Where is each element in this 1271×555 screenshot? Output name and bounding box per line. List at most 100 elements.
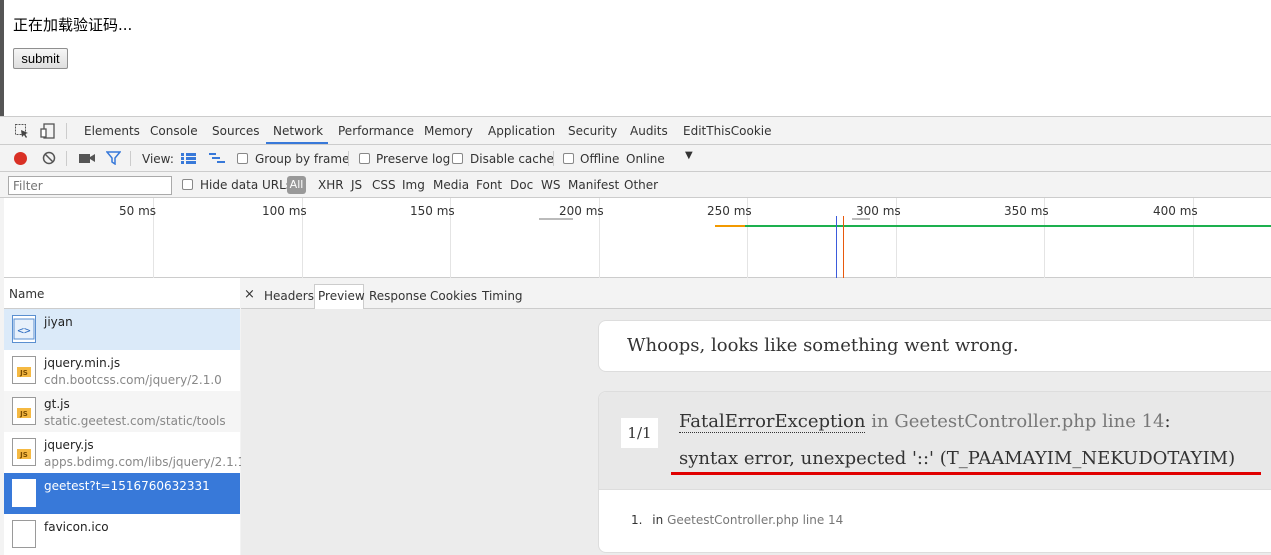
- offline-checkbox[interactable]: [563, 153, 574, 164]
- request-row-jiyan[interactable]: <> jiyan: [4, 309, 240, 350]
- timeline-tick: 300 ms: [856, 204, 901, 218]
- timeline-tick: 100 ms: [262, 204, 307, 218]
- type-filter-manifest[interactable]: Manifest: [568, 178, 619, 192]
- submit-button[interactable]: submit: [13, 48, 68, 69]
- toolbar-separator: [130, 151, 131, 166]
- document-icon: <>: [12, 315, 36, 343]
- devtools-panel: Elements Console Sources Network Perform…: [0, 116, 1271, 555]
- timeline-bar-download: [745, 225, 1271, 227]
- screenshot-camera-icon[interactable]: [79, 152, 95, 167]
- waterfall-overview-icon[interactable]: [209, 153, 225, 167]
- domcontentloaded-marker: [836, 216, 837, 278]
- name-column-header[interactable]: Name: [4, 278, 240, 309]
- whoops-heading: Whoops, looks like something went wrong.: [627, 335, 1019, 356]
- request-row-jquery[interactable]: JS jquery.js apps.bdimg.com/libs/jquery/…: [4, 432, 245, 473]
- filter-input[interactable]: [8, 176, 172, 195]
- exception-colon: :: [1164, 411, 1171, 432]
- timeline-tick: 400 ms: [1153, 204, 1198, 218]
- record-icon[interactable]: [14, 152, 27, 165]
- request-row-jquery-min[interactable]: JS jquery.min.js cdn.bootcss.com/jquery/…: [4, 350, 240, 391]
- type-filter-xhr[interactable]: XHR: [318, 178, 344, 192]
- type-filter-media[interactable]: Media: [433, 178, 469, 192]
- request-name: jquery.js: [44, 438, 94, 452]
- tab-elements[interactable]: Elements: [84, 124, 140, 138]
- group-by-frame-label: Group by frame: [255, 152, 350, 166]
- tab-cookies[interactable]: Cookies: [430, 289, 477, 303]
- whoops-card: Whoops, looks like something went wrong.: [598, 320, 1271, 372]
- disable-cache-checkbox[interactable]: [452, 153, 463, 164]
- detail-tabbar: × Headers Preview Response Cookies Timin…: [241, 278, 1271, 309]
- tab-console[interactable]: Console: [150, 124, 198, 138]
- type-filter-js[interactable]: JS: [351, 178, 362, 192]
- request-detail-pane: × Headers Preview Response Cookies Timin…: [241, 278, 1271, 555]
- trace-number: 1.: [631, 513, 643, 527]
- tab-preview[interactable]: Preview: [318, 289, 365, 303]
- timeline-tick: 150 ms: [410, 204, 455, 218]
- group-by-frame-checkbox[interactable]: [237, 153, 248, 164]
- js-file-icon: JS: [12, 397, 36, 425]
- device-toolbar-icon[interactable]: [40, 123, 56, 139]
- tab-performance[interactable]: Performance: [338, 124, 414, 138]
- request-domain: apps.bdimg.com/libs/jquery/2.1.1: [44, 455, 246, 469]
- tab-timing[interactable]: Timing: [482, 289, 523, 303]
- hide-data-urls-label: Hide data URLs: [200, 178, 293, 192]
- exception-title: FatalErrorException in GeetestController…: [679, 411, 1171, 433]
- preserve-log-label: Preserve log: [376, 152, 451, 166]
- exception-counter: 1/1: [621, 418, 658, 448]
- request-row-favicon[interactable]: favicon.ico: [4, 514, 240, 555]
- type-filter-all[interactable]: All: [287, 176, 306, 194]
- name-column-label: Name: [9, 287, 45, 301]
- large-rows-icon[interactable]: [181, 153, 196, 167]
- network-toolbar: View: Group by frame Preserve log Disabl…: [0, 145, 1271, 172]
- request-list: Name <> jiyan JS jquery.min.js cdn.bootc…: [4, 278, 245, 555]
- timeline-bar-early: [539, 218, 573, 220]
- stack-trace-item: 1. in GeetestController.php line 14: [631, 513, 843, 527]
- svg-text:<>: <>: [17, 324, 31, 337]
- exception-header: 1/1 FatalErrorException in GeetestContro…: [599, 392, 1271, 490]
- request-row-geetest-selected[interactable]: geetest?t=1516760632331: [4, 473, 240, 514]
- tab-application[interactable]: Application: [488, 124, 555, 138]
- request-row-gt-js[interactable]: JS gt.js static.geetest.com/static/tools: [4, 391, 240, 432]
- tab-headers[interactable]: Headers: [264, 289, 314, 303]
- tab-response[interactable]: Response: [369, 289, 427, 303]
- preserve-log-checkbox[interactable]: [359, 153, 370, 164]
- devtools-tabbar: Elements Console Sources Network Perform…: [0, 117, 1271, 145]
- chevron-down-icon[interactable]: ▼: [685, 150, 693, 161]
- request-domain: cdn.bootcss.com/jquery/2.1.0: [44, 373, 222, 387]
- filter-funnel-icon[interactable]: [105, 151, 122, 168]
- close-icon[interactable]: ×: [244, 287, 255, 302]
- request-name: gt.js: [44, 397, 70, 411]
- trace-in: in: [652, 513, 664, 527]
- tab-editthiscookie[interactable]: EditThisCookie: [683, 124, 772, 138]
- exception-in: in: [871, 411, 889, 432]
- timeline-tick: 350 ms: [1004, 204, 1049, 218]
- window-edge: [0, 0, 4, 116]
- network-overview-timeline[interactable]: 50 ms 100 ms 150 ms 200 ms 250 ms 300 ms…: [4, 198, 1271, 278]
- page-content: 正在加载验证码... submit: [0, 0, 1271, 116]
- tab-memory[interactable]: Memory: [424, 124, 473, 138]
- tab-sources[interactable]: Sources: [212, 124, 259, 138]
- svg-text:JS: JS: [19, 451, 28, 459]
- exception-card: 1/1 FatalErrorException in GeetestContro…: [598, 391, 1271, 553]
- inspect-element-icon[interactable]: [14, 123, 30, 139]
- tab-audits[interactable]: Audits: [630, 124, 668, 138]
- type-filter-img[interactable]: Img: [402, 178, 425, 192]
- tab-security[interactable]: Security: [568, 124, 617, 138]
- clear-icon[interactable]: [42, 151, 56, 168]
- timeline-tick: 200 ms: [559, 204, 604, 218]
- timeline-tick: 50 ms: [119, 204, 157, 218]
- type-filter-font[interactable]: Font: [476, 178, 502, 192]
- view-label: View:: [142, 152, 174, 166]
- hide-data-urls-checkbox[interactable]: [182, 179, 193, 190]
- exception-message: syntax error, unexpected '::' (T_PAAMAYI…: [679, 448, 1236, 469]
- js-file-icon: JS: [12, 356, 36, 384]
- timeline-bar-gray: [852, 218, 870, 220]
- type-filter-css[interactable]: CSS: [372, 178, 396, 192]
- type-filter-other[interactable]: Other: [624, 178, 658, 192]
- tab-network[interactable]: Network: [273, 124, 323, 138]
- throttling-select[interactable]: Online: [626, 152, 665, 166]
- request-name: jiyan: [44, 315, 73, 329]
- exception-file: GeetestController.php line 14: [894, 411, 1165, 432]
- type-filter-ws[interactable]: WS: [541, 178, 560, 192]
- type-filter-doc[interactable]: Doc: [510, 178, 533, 192]
